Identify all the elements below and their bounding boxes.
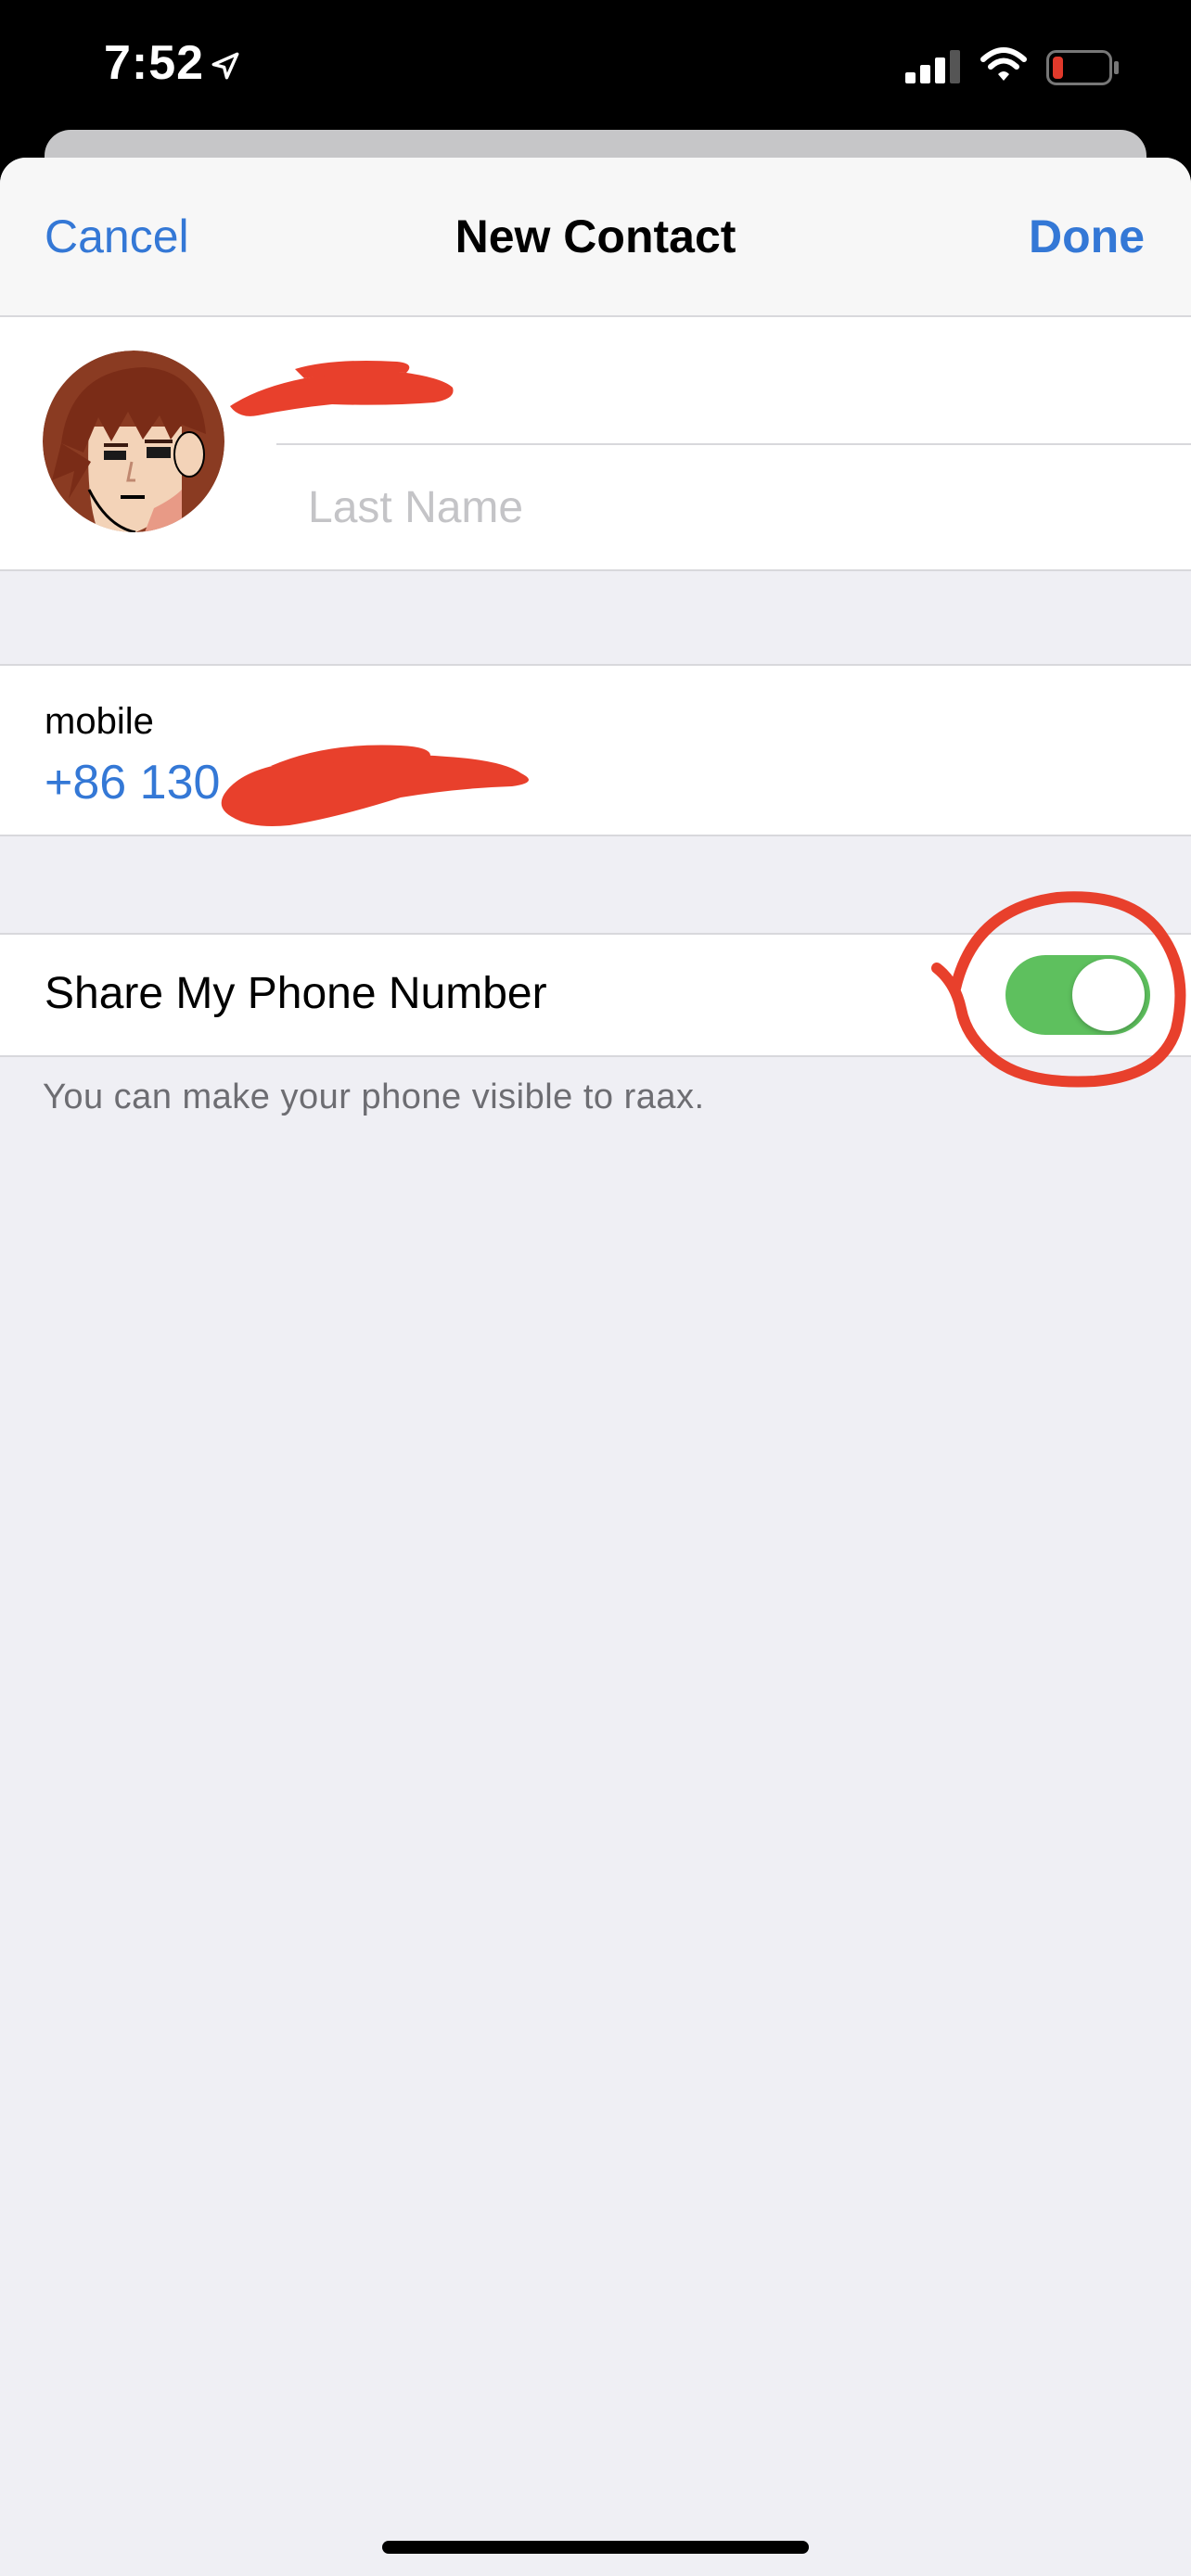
status-time: 7:52 <box>104 36 205 90</box>
battery-low-icon <box>1046 50 1119 85</box>
redaction-scribble <box>221 745 529 826</box>
first-name-field[interactable] <box>230 317 1191 445</box>
phone-section[interactable]: mobile +86 130 <box>0 664 1191 836</box>
done-button[interactable]: Done <box>1029 210 1145 263</box>
last-name-row <box>276 445 1191 569</box>
annotation-circle <box>931 891 1186 1088</box>
status-bar: 7:52 <box>0 0 1191 130</box>
name-section <box>0 317 1191 571</box>
location-arrow-icon <box>211 52 239 80</box>
home-indicator[interactable] <box>382 2541 809 2554</box>
avatar[interactable] <box>43 351 224 532</box>
phone-label: mobile <box>45 701 154 742</box>
phone-number[interactable]: +86 130 <box>45 755 220 810</box>
last-name-field[interactable] <box>308 482 1143 533</box>
page-title: New Contact <box>455 210 736 262</box>
wifi-icon <box>980 47 1027 81</box>
redaction-scribble <box>230 361 454 416</box>
navigation-bar: Cancel New Contact Done <box>0 158 1191 317</box>
share-footer-note: You can make your phone visible to raax. <box>43 1078 705 1116</box>
share-phone-label: Share My Phone Number <box>45 969 547 1018</box>
new-contact-sheet: Cancel New Contact Done Last Name mobile… <box>0 158 1191 2576</box>
cellular-signal-icon <box>905 50 960 83</box>
